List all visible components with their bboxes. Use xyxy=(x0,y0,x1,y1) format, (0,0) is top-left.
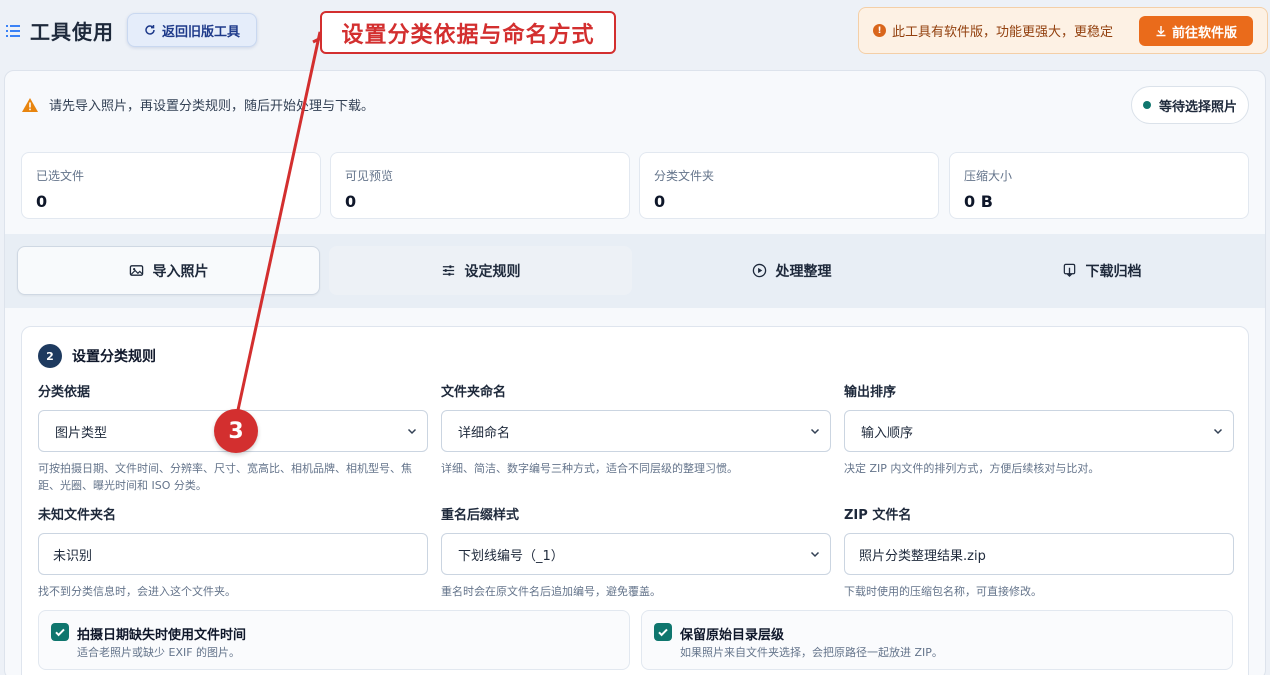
stat-label: 可见预览 xyxy=(345,169,394,183)
step-number: 2 xyxy=(38,344,62,368)
field-hint: 重名时会在原文件名后追加编号，避免覆盖。 xyxy=(441,585,661,598)
step-header: 2 设置分类规则 xyxy=(38,344,156,368)
checkbox-checked-icon[interactable] xyxy=(51,623,69,641)
stat-label: 已选文件 xyxy=(36,169,85,183)
warning-icon xyxy=(22,97,38,112)
tabs-bar: 导入照片 设定规则 处理整理 下载归档 xyxy=(5,234,1265,308)
stat-value: 0 xyxy=(36,192,48,211)
info-icon: ! xyxy=(873,24,886,37)
old-version-label: 返回旧版工具 xyxy=(161,24,240,40)
unknown-folder-field: 未知文件夹名 未识别 找不到分类信息时，会进入这个文件夹。 xyxy=(38,504,428,600)
tab-rules[interactable]: 设定规则 xyxy=(329,246,632,295)
stat-card-size: 压缩大小 0 B xyxy=(949,152,1249,219)
stats-row: 已选文件 0 可见预览 0 分类文件夹 0 压缩大小 0 B xyxy=(21,152,1249,219)
select-value: 下划线编号（_1） xyxy=(458,548,564,564)
stat-card-selected: 已选文件 0 xyxy=(21,152,321,219)
field-hint: 下载时使用的压缩包名称，可直接修改。 xyxy=(844,585,1042,598)
software-notice: ! 此工具有软件版，功能更强大，更稳定 前往软件版 xyxy=(858,7,1268,54)
rename-suffix-field: 重名后缀样式 下划线编号（_1） 重名时会在原文件名后追加编号，避免覆盖。 xyxy=(441,504,831,600)
tab-import[interactable]: 导入照片 xyxy=(17,246,320,295)
download-icon xyxy=(1063,263,1075,278)
field-hint: 决定 ZIP 内文件的排列方式，方便后续核对与比对。 xyxy=(844,462,1100,475)
field-hint: 可按拍摄日期、文件时间、分辨率、尺寸、宽高比、相机品牌、相机型号、焦距、光圈、曝… xyxy=(38,462,412,492)
go-software-button[interactable]: 前往软件版 xyxy=(1139,16,1253,46)
tab-process[interactable]: 处理整理 xyxy=(640,246,943,295)
stat-card-folders: 分类文件夹 0 xyxy=(639,152,939,219)
field-label: ZIP 文件名 xyxy=(844,508,912,523)
option-title: 保留原始目录层级 xyxy=(680,628,785,643)
use-file-time-option[interactable]: 拍摄日期缺失时使用文件时间 适合老照片或缺少 EXIF 的图片。 xyxy=(38,610,630,670)
chevron-down-icon xyxy=(407,428,417,435)
field-label: 输出排序 xyxy=(844,385,897,400)
stat-label: 分类文件夹 xyxy=(654,169,715,183)
annotation-callout: 设置分类依据与命名方式 xyxy=(320,11,616,54)
select-value: 图片类型 xyxy=(55,425,108,441)
sliders-icon xyxy=(442,265,454,276)
notice-text: 此工具有软件版，功能更强大，更稳定 xyxy=(892,25,1114,40)
zip-name-input[interactable]: 照片分类整理结果.zip xyxy=(844,533,1234,575)
option-desc: 如果照片来自文件夹选择，会把原路径一起放进 ZIP。 xyxy=(680,646,943,659)
download-icon xyxy=(1156,26,1166,37)
stat-value: 0 xyxy=(345,192,357,211)
checkbox-checked-icon[interactable] xyxy=(654,623,672,641)
chevron-down-icon xyxy=(810,551,820,558)
unknown-folder-input[interactable]: 未识别 xyxy=(38,533,428,575)
page-title: 工具使用 xyxy=(30,20,114,44)
input-value: 未识别 xyxy=(53,548,93,564)
field-hint: 找不到分类信息时，会进入这个文件夹。 xyxy=(38,585,236,598)
field-label: 重名后缀样式 xyxy=(441,508,520,523)
select-value: 详细命名 xyxy=(458,425,511,441)
stat-value: 0 B xyxy=(964,192,993,211)
rules-card: 2 设置分类规则 分类依据 图片类型 可按拍摄日期、文件时间、分辨率、尺寸、宽高… xyxy=(21,326,1249,675)
tab-label: 设定规则 xyxy=(464,263,521,280)
tab-label: 导入照片 xyxy=(152,263,209,280)
folder-naming-field: 文件夹命名 详细命名 详细、简洁、数字编号三种方式，适合不同层级的整理习惯。 xyxy=(441,381,831,477)
top-header: 工具使用 返回旧版工具 ! 此工具有软件版，功能更强大，更稳定 前往软件版 xyxy=(0,0,1270,62)
rename-suffix-select[interactable]: 下划线编号（_1） xyxy=(441,533,831,575)
status-badge: 等待选择照片 xyxy=(1131,86,1249,124)
stat-card-preview: 可见预览 0 xyxy=(330,152,630,219)
go-software-label: 前往软件版 xyxy=(1171,25,1237,41)
image-icon xyxy=(129,265,143,276)
refresh-icon xyxy=(145,25,155,35)
field-hint: 详细、简洁、数字编号三种方式，适合不同层级的整理习惯。 xyxy=(441,462,738,475)
tab-label: 下载归档 xyxy=(1085,263,1142,280)
field-label: 未知文件夹名 xyxy=(38,508,117,523)
play-icon xyxy=(752,263,766,278)
field-label: 文件夹命名 xyxy=(441,385,507,400)
chevron-down-icon xyxy=(810,428,820,435)
chevron-down-icon xyxy=(1213,428,1223,435)
field-label: 分类依据 xyxy=(38,385,91,400)
menu-icon[interactable] xyxy=(6,25,20,37)
option-title: 拍摄日期缺失时使用文件时间 xyxy=(77,628,247,643)
annotation-step-number: 3 xyxy=(214,409,258,453)
status-text: 等待选择照片 xyxy=(1158,99,1237,115)
keep-structure-option[interactable]: 保留原始目录层级 如果照片来自文件夹选择，会把原路径一起放进 ZIP。 xyxy=(641,610,1233,670)
sort-select[interactable]: 输入顺序 xyxy=(844,410,1234,452)
alert-text: 请先导入照片，再设置分类规则，随后开始处理与下载。 xyxy=(49,99,375,114)
input-value: 照片分类整理结果.zip xyxy=(859,548,986,564)
tab-label: 处理整理 xyxy=(775,263,832,280)
sort-field: 输出排序 输入顺序 决定 ZIP 内文件的排列方式，方便后续核对与比对。 xyxy=(844,381,1234,477)
stat-value: 0 xyxy=(654,192,666,211)
select-value: 输入顺序 xyxy=(861,425,914,441)
status-dot-icon xyxy=(1142,101,1151,109)
main-panel: 请先导入照片，再设置分类规则，随后开始处理与下载。 等待选择照片 已选文件 0 … xyxy=(4,70,1266,675)
old-version-button[interactable]: 返回旧版工具 xyxy=(127,13,257,47)
alert-row: 请先导入照片，再设置分类规则，随后开始处理与下载。 xyxy=(21,95,374,114)
step-title: 设置分类规则 xyxy=(72,349,156,365)
option-desc: 适合老照片或缺少 EXIF 的图片。 xyxy=(77,646,241,659)
tab-download[interactable]: 下载归档 xyxy=(950,246,1253,295)
folder-naming-select[interactable]: 详细命名 xyxy=(441,410,831,452)
zip-name-field: ZIP 文件名 照片分类整理结果.zip 下载时使用的压缩包名称，可直接修改。 xyxy=(844,504,1234,600)
stat-label: 压缩大小 xyxy=(964,169,1013,183)
